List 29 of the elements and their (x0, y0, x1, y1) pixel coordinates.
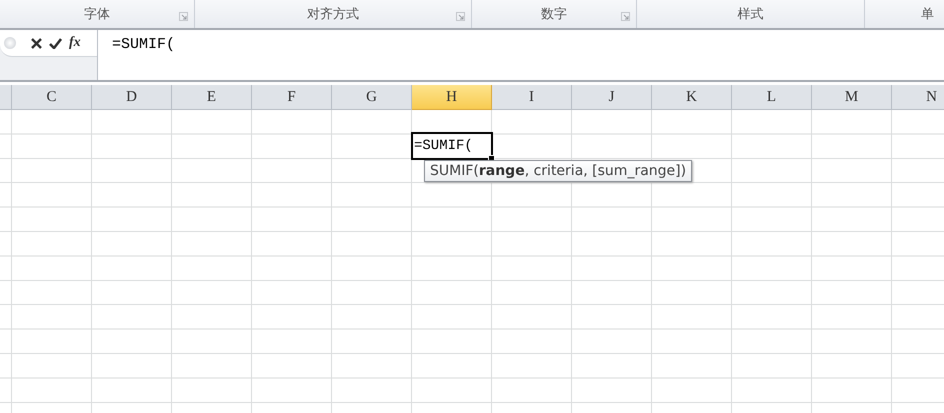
column-header[interactable]: H (412, 85, 492, 110)
select-all-corner[interactable] (0, 85, 12, 110)
dialog-launcher-icon[interactable] (456, 12, 465, 21)
column-header[interactable]: L (732, 85, 812, 110)
column-header[interactable]: J (572, 85, 652, 110)
column-header[interactable]: E (172, 85, 252, 110)
group-label: 对齐方式 (307, 6, 359, 23)
dialog-launcher-icon[interactable] (621, 12, 630, 21)
column-header[interactable]: N (892, 85, 944, 110)
active-cell[interactable]: =SUMIF( (411, 132, 493, 160)
expand-handle-icon[interactable] (4, 37, 16, 49)
group-label: 样式 (738, 6, 764, 23)
column-header[interactable]: C (12, 85, 92, 110)
column-header[interactable]: M (812, 85, 892, 110)
cell-grid[interactable]: =SUMIF( SUMIF(range, criteria, [sum_range]) (0, 110, 944, 413)
column-header[interactable]: I (492, 85, 572, 110)
dialog-launcher-icon[interactable] (179, 12, 188, 21)
column-header[interactable]: K (652, 85, 732, 110)
column-header[interactable]: D (92, 85, 172, 110)
group-label: 字体 (84, 6, 110, 23)
function-tooltip: SUMIF(range, criteria, [sum_range]) (424, 160, 692, 182)
group-label: 数字 (541, 6, 567, 23)
group-label: 单 (921, 6, 934, 23)
formula-input[interactable]: =SUMIF( (98, 30, 176, 80)
column-header[interactable]: G (332, 85, 412, 110)
cancel-icon[interactable] (31, 38, 42, 48)
enter-icon[interactable] (49, 38, 62, 48)
column-header[interactable]: F (252, 85, 332, 110)
insert-function-button[interactable]: fx (69, 35, 81, 51)
